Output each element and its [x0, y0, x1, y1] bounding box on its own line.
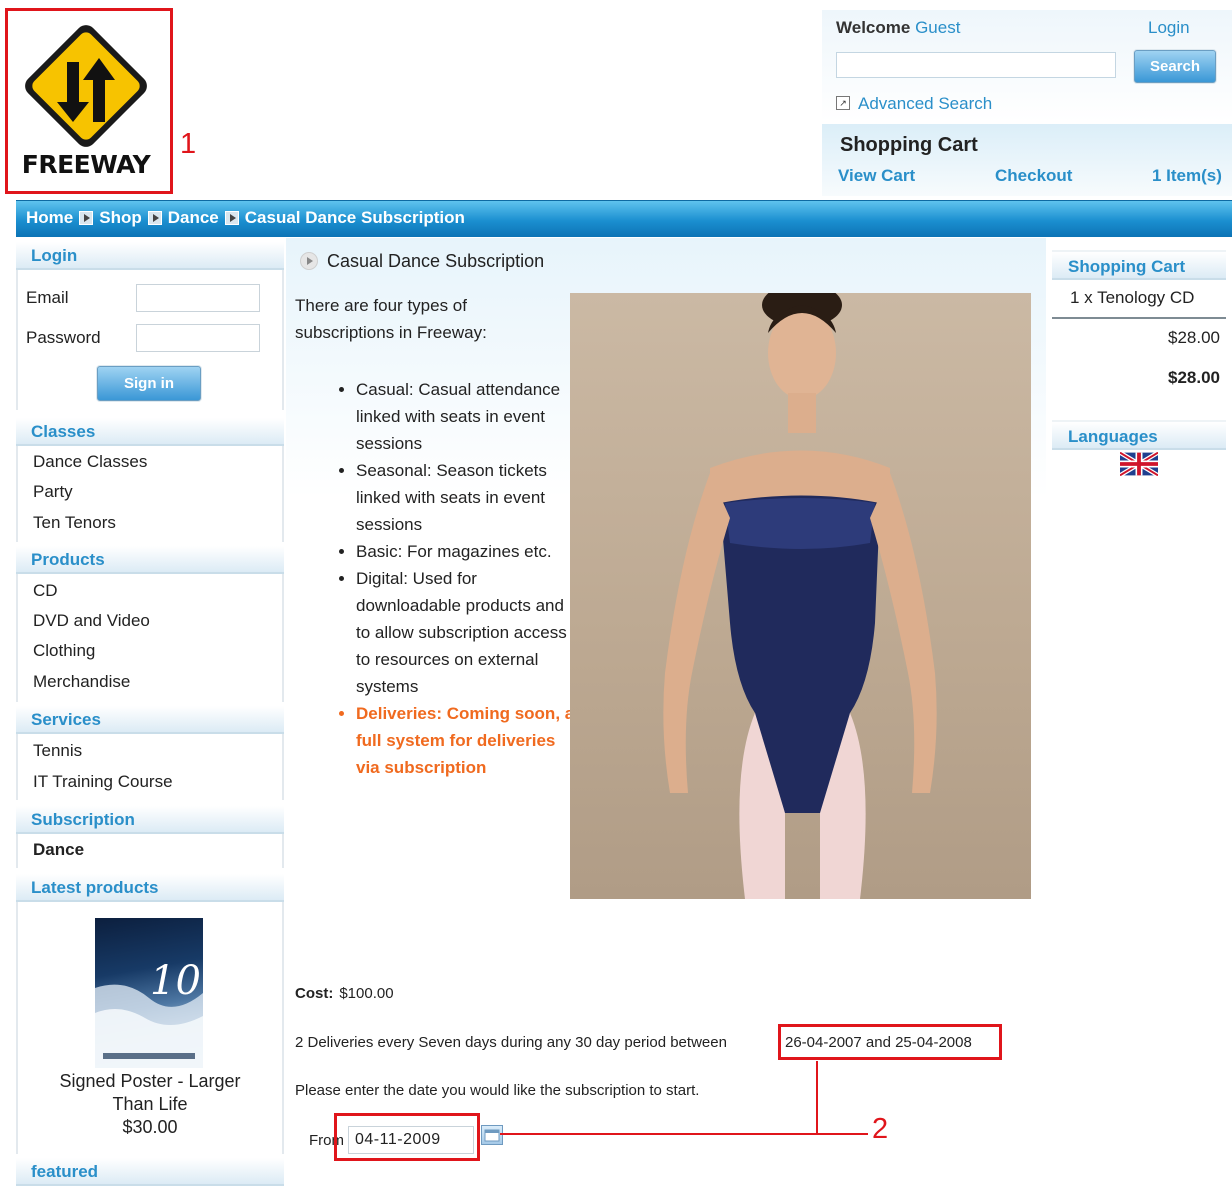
latest-product-name[interactable]: Signed Poster - Larger Than Life — [40, 1070, 260, 1116]
advanced-search-link[interactable]: Advanced Search — [858, 94, 992, 114]
cart-line-price: $28.00 — [1168, 328, 1220, 347]
cost-value: $100.00 — [339, 985, 394, 1002]
dancer-figure — [663, 293, 937, 899]
search-button[interactable]: Search — [1134, 50, 1216, 83]
right-cart-header: Shopping Cart — [1052, 250, 1226, 280]
checkout-link[interactable]: Checkout — [995, 166, 1072, 186]
subscription-box-header: Subscription — [16, 806, 284, 834]
sidebar-item-clothing[interactable]: Clothing — [33, 641, 95, 661]
sidebar-item-it-training[interactable]: IT Training Course — [33, 772, 173, 792]
email-field[interactable] — [136, 284, 260, 312]
logo-text: FREEWAY — [21, 150, 151, 179]
login-box-header: Login — [16, 242, 284, 270]
sidebar-item-tennis[interactable]: Tennis — [33, 741, 82, 761]
product-title: Casual Dance Subscription — [327, 251, 545, 271]
right-cart-title[interactable]: Shopping Cart — [1068, 257, 1185, 277]
freeway-logo-icon[interactable] — [18, 18, 154, 154]
play-arrow-icon — [300, 252, 318, 270]
breadcrumb-home[interactable]: Home — [26, 208, 73, 228]
breadcrumb: Home Shop Dance Casual Dance Subscriptio… — [26, 208, 465, 228]
breadcrumb-arrow-icon — [224, 211, 239, 225]
login-box-title: Login — [31, 246, 78, 265]
cart-total: $28.00 — [1168, 368, 1220, 387]
welcome-text: Welcome Guest — [836, 18, 960, 38]
email-label: Email — [26, 288, 69, 307]
list-item: Digital: Used for downloadable products … — [356, 565, 582, 700]
deliveries-text: 2 Deliveries every Seven days during any… — [295, 1034, 727, 1051]
classes-box-header: Classes — [16, 418, 284, 446]
sidebar-item-cd[interactable]: CD — [33, 581, 58, 601]
date-range-annotation-box — [778, 1024, 1002, 1060]
latest-product-caption[interactable]: Signed Poster - Larger Than Life $30.00 — [40, 1070, 260, 1139]
featured-box-header: featured — [16, 1158, 284, 1186]
password-field[interactable] — [136, 324, 260, 352]
product-photo[interactable] — [570, 293, 1031, 899]
welcome-user: Guest — [915, 18, 961, 37]
sidebar-item-dvd-video[interactable]: DVD and Video — [33, 611, 150, 631]
poster-number: 10 — [150, 958, 201, 1004]
latest-box-header: Latest products — [16, 874, 284, 902]
breadcrumb-current[interactable]: Casual Dance Subscription — [245, 208, 465, 228]
annotation-connector — [500, 1061, 868, 1135]
sign-in-button[interactable]: Sign in — [97, 366, 201, 401]
sidebar-item-dance-classes[interactable]: Dance Classes — [33, 452, 147, 472]
view-cart-link[interactable]: View Cart — [838, 166, 915, 186]
login-link[interactable]: Login — [1148, 18, 1190, 38]
cart-line-item[interactable]: 1 x Tenology CD — [1070, 288, 1194, 308]
search-input[interactable] — [836, 52, 1116, 78]
subscription-box-title: Subscription — [31, 810, 135, 829]
classes-box-title: Classes — [31, 422, 96, 441]
cart-items-count[interactable]: 1 Item(s) — [1152, 166, 1222, 186]
breadcrumb-shop[interactable]: Shop — [99, 208, 142, 228]
breadcrumb-arrow-icon — [147, 211, 162, 225]
sidebar-item-ten-tenors[interactable]: Ten Tenors — [33, 513, 116, 533]
cost-label: Cost: — [295, 985, 334, 1002]
product-intro: There are four types of subscriptions in… — [295, 296, 487, 342]
latest-product-price: $30.00 — [122, 1117, 178, 1137]
sidebar-item-party[interactable]: Party — [33, 482, 73, 502]
welcome-label: Welcome — [836, 18, 911, 37]
cost-line: Cost: $100.00 — [295, 985, 394, 1002]
list-item: Basic: For magazines etc. — [356, 538, 582, 565]
password-label: Password — [26, 328, 101, 347]
uk-flag-icon[interactable] — [1120, 452, 1158, 476]
featured-box-title: featured — [31, 1162, 99, 1181]
callout-number-1: 1 — [180, 128, 197, 160]
calendar-glyph — [484, 1129, 500, 1142]
services-box-header: Services — [16, 706, 284, 734]
list-item: Casual: Casual attendance linked with se… — [356, 376, 582, 457]
services-box-title: Services — [31, 710, 101, 729]
list-item-highlight: Deliveries: Coming soon, a full system f… — [356, 700, 582, 781]
sidebar-item-merchandise[interactable]: Merchandise — [33, 672, 130, 692]
products-box-title: Products — [31, 550, 105, 569]
latest-box-title: Latest products — [31, 878, 159, 897]
header-cart-title: Shopping Cart — [840, 134, 978, 156]
cart-divider — [1052, 317, 1226, 319]
products-box-header: Products — [16, 546, 284, 574]
languages-title: Languages — [1068, 427, 1158, 446]
breadcrumb-dance[interactable]: Dance — [168, 208, 219, 228]
start-date-annotation-box — [334, 1113, 480, 1161]
advanced-search-icon: ↗ — [836, 96, 850, 110]
sidebar-item-dance[interactable]: Dance — [33, 840, 84, 860]
breadcrumb-arrow-icon — [79, 211, 94, 225]
languages-header: Languages — [1052, 420, 1226, 450]
callout-number-2: 2 — [872, 1113, 889, 1145]
list-item: Seasonal: Season tickets linked with sea… — [356, 457, 582, 538]
subscription-types-list: Casual: Casual attendance linked with se… — [336, 376, 582, 781]
